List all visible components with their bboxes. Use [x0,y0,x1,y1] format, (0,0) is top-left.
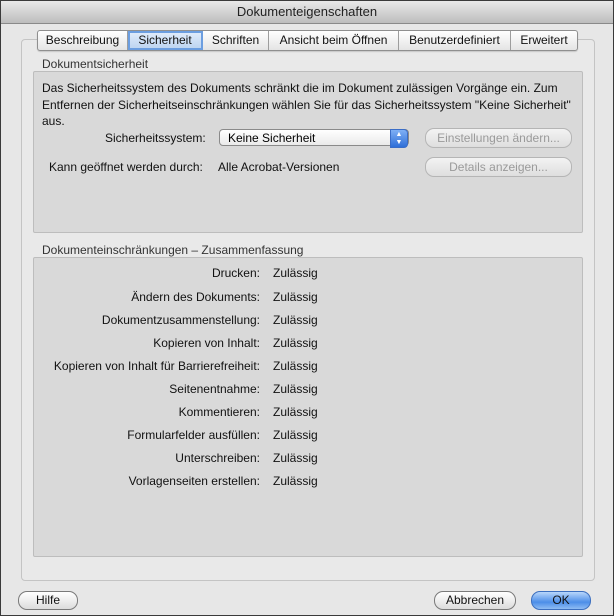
restriction-value-assembly: Zulässig [273,313,318,327]
opened-by-label: Kann geöffnet werden durch: [49,160,203,174]
restriction-value-template-pages: Zulässig [273,474,318,488]
tab-bar: Beschreibung Sicherheit Schriften Ansich… [37,30,578,51]
restriction-label-signing: Unterschreiben: [175,451,260,465]
restriction-label-copy: Kopieren von Inhalt: [153,336,260,350]
security-system-value: Keine Sicherheit [228,131,316,145]
security-description: Das Sicherheitssystem des Dokuments schr… [42,81,571,128]
restriction-value-modify: Zulässig [273,290,318,304]
restriction-value-commenting: Zulässig [273,405,318,419]
security-section-title: Dokumentsicherheit [42,57,149,71]
restrictions-section-title: Dokumenteinschränkungen – Zusammenfassun… [42,243,304,257]
tab-sicherheit[interactable]: Sicherheit [128,31,203,50]
restriction-label-commenting: Kommentieren: [178,405,260,419]
tab-benutzerdefiniert[interactable]: Benutzerdefiniert [399,31,511,50]
restriction-value-form-filling: Zulässig [273,428,318,442]
change-settings-button[interactable]: Einstellungen ändern... [425,128,572,148]
popup-stepper-icon: ▲ ▼ [390,129,408,148]
restriction-label-print: Drucken: [211,266,260,280]
tab-beschreibung[interactable]: Beschreibung [38,31,128,50]
security-system-label: Sicherheitssystem: [105,131,206,145]
restriction-value-print: Zulässig [273,266,318,280]
restriction-label-form-filling: Formularfelder ausfüllen: [127,428,260,442]
restriction-value-copy: Zulässig [273,336,318,350]
cancel-button[interactable]: Abbrechen [434,591,516,610]
document-properties-dialog: Dokumenteigenschaften Beschreibung Siche… [0,0,614,616]
tab-schriften[interactable]: Schriften [203,31,269,50]
restriction-label-template-pages: Vorlagenseiten erstellen: [128,474,260,488]
tab-ansicht-beim-oeffnen[interactable]: Ansicht beim Öffnen [269,31,399,50]
window-title: Dokumenteigenschaften [1,1,613,24]
restriction-value-copy-accessibility: Zulässig [273,359,318,373]
opened-by-value: Alle Acrobat-Versionen [218,160,340,174]
restriction-label-copy-accessibility: Kopieren von Inhalt für Barrierefreiheit… [53,359,260,373]
restriction-value-signing: Zulässig [273,451,318,465]
restriction-label-page-extraction: Seitenentnahme: [169,382,260,396]
security-system-select[interactable]: Keine Sicherheit ▲ ▼ [219,129,409,148]
restriction-label-modify: Ändern des Dokuments: [131,290,260,304]
restriction-label-assembly: Dokumentzusammenstellung: [101,313,260,327]
help-button[interactable]: Hilfe [18,591,78,610]
show-details-button[interactable]: Details anzeigen... [425,157,572,177]
ok-button[interactable]: OK [531,591,591,610]
restriction-value-page-extraction: Zulässig [273,382,318,396]
tab-erweitert[interactable]: Erweitert [511,31,577,50]
